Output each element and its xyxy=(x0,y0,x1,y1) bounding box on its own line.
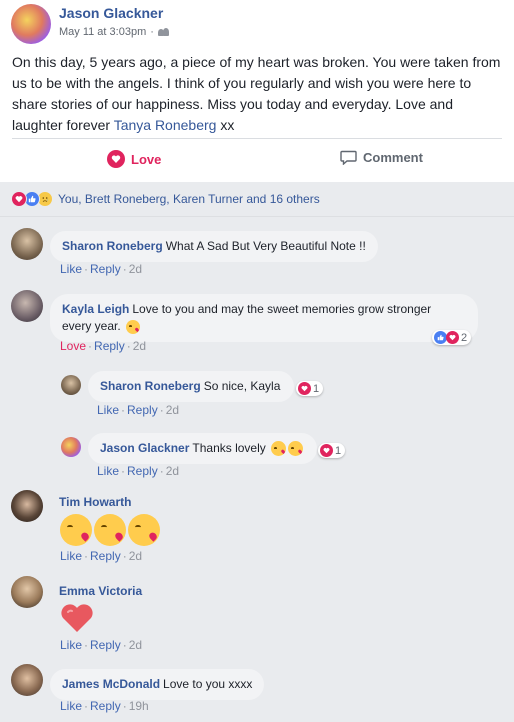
like-link[interactable]: Like xyxy=(97,403,119,417)
post-meta: May 11 at 3:03pm · xyxy=(59,26,169,38)
post-date[interactable]: May 11 at 3:03pm xyxy=(59,26,146,38)
comment-time[interactable]: 2d xyxy=(166,403,179,417)
emoji-sticker xyxy=(60,514,160,546)
like-link[interactable]: Like xyxy=(97,464,119,478)
heart-icon xyxy=(61,604,93,632)
like-link[interactable]: Like xyxy=(60,699,82,713)
like-link[interactable]: Like xyxy=(60,638,82,652)
like-link[interactable]: Like xyxy=(60,262,82,276)
comment-reaction-badge[interactable]: 2 xyxy=(432,330,472,345)
reaction-count: 2 xyxy=(461,331,468,344)
comment-bubble: Kayla Leigh Love to you and may the sweet… xyxy=(50,294,478,342)
kiss-emoji-icon xyxy=(288,441,304,457)
comment-text: What A Sad But Very Beautiful Note !! xyxy=(165,239,366,253)
avatar[interactable] xyxy=(61,437,81,457)
avatar[interactable] xyxy=(11,290,43,322)
comment-time[interactable]: 2d xyxy=(129,262,142,276)
comment-button[interactable]: Comment xyxy=(340,150,423,165)
reactions-summary-text[interactable]: You, Brett Roneberg, Karen Turner and 16… xyxy=(58,192,320,206)
reply-link[interactable]: Reply xyxy=(127,403,158,417)
kiss-emoji-icon xyxy=(128,514,160,546)
love-reaction-icon xyxy=(298,382,311,395)
comment-time[interactable]: 2d xyxy=(133,339,146,353)
commenter-name[interactable]: Emma Victoria xyxy=(59,584,142,598)
commenter-name[interactable]: Sharon Roneberg xyxy=(100,379,201,393)
avatar[interactable] xyxy=(61,375,81,395)
reply-bubble: Jason Glackner Thanks lovely xyxy=(88,433,318,464)
commenter-name[interactable]: Tim Howarth xyxy=(59,495,131,509)
love-button[interactable]: Love xyxy=(107,150,161,168)
avatar[interactable] xyxy=(11,664,43,696)
comment-text: So nice, Kayla xyxy=(203,379,281,393)
love-reaction-icon xyxy=(320,444,333,457)
commenter-name[interactable]: Kayla Leigh xyxy=(62,302,129,316)
post-text: On this day, 5 years ago, a piece of my … xyxy=(12,54,501,133)
reply-link[interactable]: Reply xyxy=(90,549,121,563)
reaction-count: 1 xyxy=(335,444,342,457)
kiss-emoji-icon xyxy=(60,514,92,546)
commenter-name[interactable]: Jason Glackner xyxy=(100,441,189,455)
friends-icon[interactable] xyxy=(157,28,169,36)
comment-actions: Like · Reply · 2d xyxy=(60,638,143,652)
comment-reaction-badge[interactable]: 1 xyxy=(296,381,324,396)
comment-actions: Like · Reply · 2d xyxy=(97,464,180,478)
reply-link[interactable]: Reply xyxy=(90,262,121,276)
reply-bubble: Sharon Roneberg So nice, Kayla xyxy=(88,371,295,402)
kiss-emoji-icon xyxy=(271,441,287,457)
kiss-emoji-icon xyxy=(94,514,126,546)
avatar[interactable] xyxy=(11,576,43,608)
post-card: Jason Glackner May 11 at 3:03pm · On thi… xyxy=(0,0,514,182)
comment-actions: Like · Reply · 2d xyxy=(60,549,143,563)
heart-icon xyxy=(107,150,125,168)
tagged-user-link[interactable]: Tanya Roneberg xyxy=(114,117,217,133)
comment-actions: Like · Reply · 19h xyxy=(60,699,149,713)
comment-time[interactable]: 2d xyxy=(129,549,142,563)
comment-bubble: Sharon Roneberg What A Sad But Very Beaut… xyxy=(50,231,378,262)
reply-link[interactable]: Reply xyxy=(94,339,125,353)
comment-text: Love to you xxxx xyxy=(163,677,253,691)
comment-icon xyxy=(340,150,357,165)
love-reaction-icon xyxy=(446,331,459,344)
reaction-count: 1 xyxy=(313,382,320,395)
commenter-name[interactable]: James McDonald xyxy=(62,677,160,691)
reply-link[interactable]: Reply xyxy=(90,638,121,652)
commenter-name[interactable]: Sharon Roneberg xyxy=(62,239,163,253)
like-link[interactable]: Like xyxy=(60,549,82,563)
comment-text: Thanks lovely xyxy=(192,441,266,455)
comment-actions: Like · Reply · 2d xyxy=(97,403,180,417)
author-avatar[interactable] xyxy=(11,4,51,44)
avatar[interactable] xyxy=(11,228,43,260)
divider xyxy=(0,216,514,217)
comment-time[interactable]: 2d xyxy=(129,638,142,652)
reply-link[interactable]: Reply xyxy=(90,699,121,713)
reply-link[interactable]: Reply xyxy=(127,464,158,478)
comment-actions: Like · Reply · 2d xyxy=(60,262,143,276)
post-author[interactable]: Jason Glackner xyxy=(59,5,163,21)
divider xyxy=(12,138,502,139)
comment-reaction-badge[interactable]: 1 xyxy=(318,443,346,458)
comment-time[interactable]: 2d xyxy=(166,464,179,478)
comment-time[interactable]: 19h xyxy=(129,699,149,713)
reactions-summary[interactable]: You, Brett Roneberg, Karen Turner and 16… xyxy=(11,191,320,207)
avatar[interactable] xyxy=(11,490,43,522)
comment-bubble: James McDonald Love to you xxxx xyxy=(50,669,265,700)
kiss-emoji-icon xyxy=(126,319,141,334)
love-reaction-icon xyxy=(11,191,27,207)
comment-actions: Love · Reply · 2d xyxy=(60,339,147,353)
love-link[interactable]: Love xyxy=(60,339,86,353)
